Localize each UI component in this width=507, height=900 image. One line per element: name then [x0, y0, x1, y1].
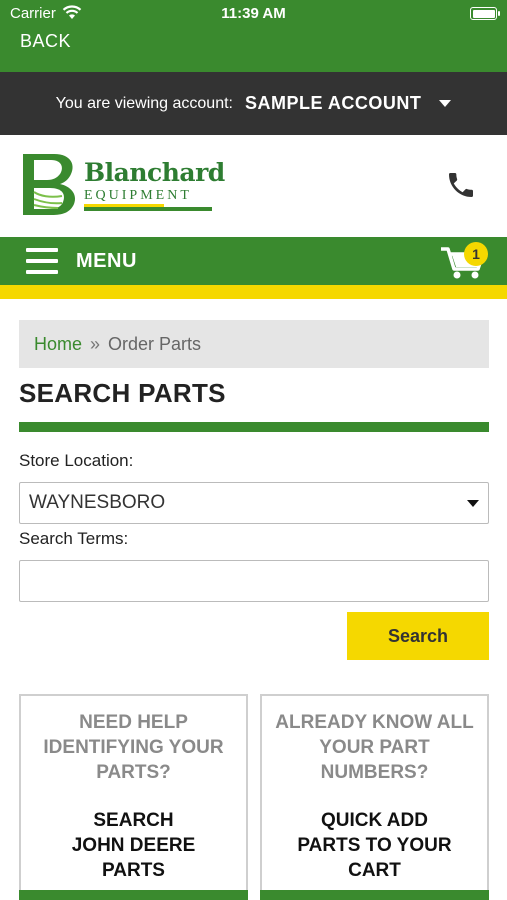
account-name[interactable]: SAMPLE ACCOUNT: [245, 93, 421, 114]
search-john-deere-card[interactable]: NEED HELP IDENTIFYING YOUR PARTS? SEARCH…: [19, 694, 248, 900]
account-selector[interactable]: You are viewing account: SAMPLE ACCOUNT: [0, 72, 507, 135]
card-question: ALREADY KNOW ALL YOUR PART NUMBERS?: [275, 712, 474, 783]
hamburger-icon[interactable]: [26, 248, 58, 274]
quick-add-card[interactable]: ALREADY KNOW ALL YOUR PART NUMBERS? QUIC…: [260, 694, 489, 900]
menu-bar: MENU: [0, 237, 507, 285]
card-footer-bar: [19, 890, 248, 900]
dropdown-caret-icon[interactable]: [439, 100, 452, 107]
logo-green-bar: [84, 207, 212, 211]
search-button[interactable]: Search: [347, 612, 489, 660]
breadcrumb-home-link[interactable]: Home: [34, 334, 82, 354]
breadcrumb: Home » Order Parts: [19, 320, 489, 368]
logo-subname: EQUIPMENT: [84, 188, 192, 203]
store-location-value: WAYNESBORO: [29, 492, 166, 513]
title-divider: [19, 422, 489, 432]
select-caret-icon: [467, 500, 479, 507]
card-question: NEED HELP IDENTIFYING YOUR PARTS?: [43, 712, 224, 783]
page-title: SEARCH PARTS: [19, 378, 226, 408]
store-location-label: Store Location:: [19, 451, 134, 470]
logo-name: Blanchard: [84, 158, 225, 187]
logo-b-mark: [23, 154, 76, 215]
app-header: Carrier 11:39 AM BACK: [0, 0, 507, 72]
status-bar: Carrier 11:39 AM: [0, 0, 507, 28]
breadcrumb-separator: »: [90, 334, 101, 354]
account-label: You are viewing account:: [55, 94, 233, 112]
menu-button[interactable]: MENU: [76, 250, 137, 273]
back-button[interactable]: BACK: [20, 31, 71, 52]
accent-strip: [0, 285, 507, 299]
card-action[interactable]: SEARCH JOHN DEERE PARTS: [31, 808, 236, 883]
battery-icon: [470, 7, 500, 20]
company-logo[interactable]: Blanchard EQUIPMENT: [20, 152, 225, 218]
breadcrumb-current: Order Parts: [108, 334, 202, 354]
cart-count-badge[interactable]: 1: [464, 242, 488, 266]
store-location-select[interactable]: WAYNESBORO: [19, 482, 489, 524]
status-time: 11:39 AM: [221, 5, 286, 22]
search-terms-input[interactable]: [19, 560, 489, 602]
card-action[interactable]: QUICK ADD PARTS TO YOUR CART: [272, 808, 477, 883]
search-terms-label: Search Terms:: [19, 529, 129, 548]
phone-icon[interactable]: [445, 168, 477, 202]
card-footer-bar: [260, 890, 489, 900]
